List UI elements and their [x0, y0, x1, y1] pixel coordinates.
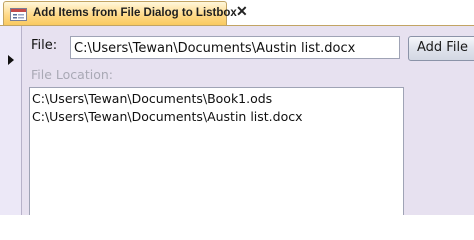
add-file-button[interactable]: Add File [408, 36, 474, 61]
close-tab-icon[interactable]: ✕ [236, 3, 248, 19]
file-location-label: File Location: [31, 67, 113, 82]
record-selector[interactable] [0, 26, 22, 215]
tab-title: Add Items from File Dialog to Listbox [33, 7, 237, 19]
form-icon [10, 8, 27, 21]
document-tab-strip: Add Items from File Dialog to Listbox ✕ [0, 0, 474, 26]
file-location-listbox[interactable]: C:\Users\Tewan\Documents\Book1.ods C:\Us… [29, 87, 404, 215]
list-item[interactable]: C:\Users\Tewan\Documents\Austin list.doc… [30, 108, 403, 126]
file-path-input[interactable] [70, 36, 400, 59]
current-record-arrow-icon [8, 55, 14, 65]
list-item[interactable]: C:\Users\Tewan\Documents\Book1.ods [30, 90, 403, 108]
file-label: File: [31, 38, 58, 53]
document-tab[interactable]: Add Items from File Dialog to Listbox [3, 1, 237, 26]
